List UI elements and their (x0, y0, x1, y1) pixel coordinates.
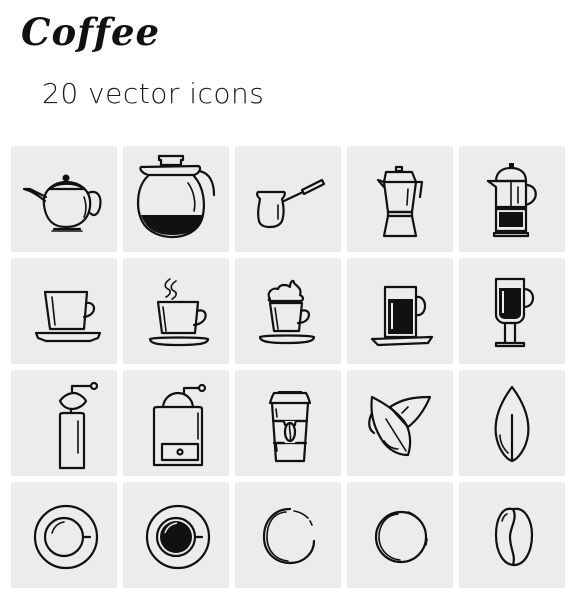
icon-tile[interactable] (11, 146, 117, 252)
coffee-ring-stain-closed-icon (374, 510, 428, 564)
icon-tile[interactable] (459, 482, 565, 588)
page-subtitle: 20 vector icons (42, 77, 265, 110)
coffee-ring-stain-open-icon (262, 507, 316, 565)
coffee-bean-icon (494, 507, 534, 567)
teapot-icon (22, 174, 102, 232)
icon-tile[interactable] (235, 146, 341, 252)
box-coffee-grinder-icon (152, 383, 207, 467)
icon-tile[interactable] (347, 370, 453, 476)
icon-tile[interactable] (11, 370, 117, 476)
icon-tile[interactable] (459, 146, 565, 252)
coffee-leaves-icon (368, 395, 432, 457)
icon-tile[interactable] (123, 370, 229, 476)
icon-tile[interactable] (235, 482, 341, 588)
page-title: Coffee (21, 10, 161, 54)
coffee-carafe-icon (136, 154, 216, 239)
icon-tile[interactable] (235, 258, 341, 364)
irish-coffee-glass-icon (494, 277, 535, 348)
icon-grid (11, 146, 565, 588)
whipped-cream-cup-icon (258, 279, 316, 345)
single-leaf-icon (494, 385, 530, 463)
french-press-icon (486, 163, 537, 238)
icon-tile[interactable] (11, 482, 117, 588)
icon-tile[interactable] (123, 146, 229, 252)
icon-tile[interactable] (347, 258, 453, 364)
pepper-mill-grinder-icon (58, 381, 99, 470)
full-cup-top-view-icon (145, 504, 211, 570)
icon-tile[interactable] (235, 370, 341, 476)
icon-tile[interactable] (347, 146, 453, 252)
icon-tile[interactable] (123, 258, 229, 364)
moka-pot-icon (376, 165, 424, 238)
icon-tile[interactable] (123, 482, 229, 588)
espresso-mug-icon (370, 285, 434, 347)
empty-cup-top-view-icon (33, 504, 99, 570)
icon-tile[interactable] (347, 482, 453, 588)
takeaway-cup-icon (268, 391, 312, 463)
turkish-cezve-icon (256, 178, 326, 229)
icon-tile[interactable] (459, 370, 565, 476)
cup-on-saucer-icon (34, 290, 102, 343)
icon-tile[interactable] (11, 258, 117, 364)
steaming-cup-icon (148, 278, 210, 347)
icon-tile[interactable] (459, 258, 565, 364)
